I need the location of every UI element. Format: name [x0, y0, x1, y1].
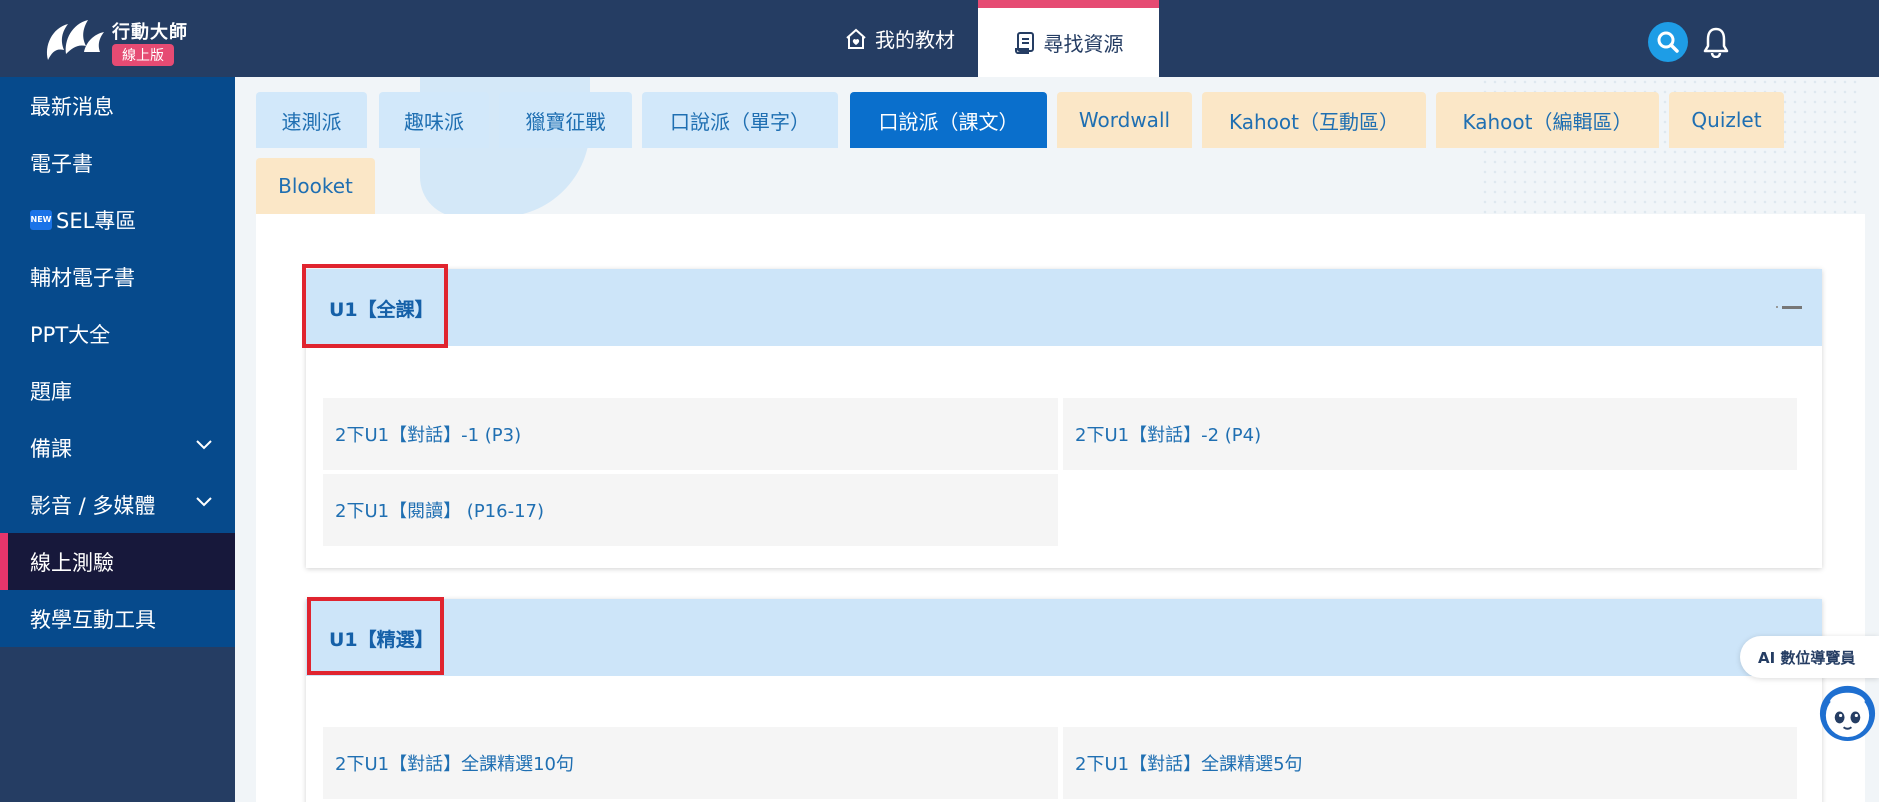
tab-kahoot-edit[interactable]: Kahoot（編輯區）: [1436, 92, 1659, 148]
robot-avatar-icon[interactable]: [1816, 680, 1879, 743]
tab-label: Kahoot（編輯區）: [1462, 109, 1633, 134]
scroll-icon: [1014, 31, 1034, 54]
sidebar-item-label: 電子書: [30, 151, 93, 176]
list-item[interactable]: 2下U1【對話】-1 (P3): [323, 398, 1058, 470]
sidebar: 最新消息 電子書 NEW SEL專區 輔材電子書 PPT大全 題庫 備課 影音 /…: [0, 77, 235, 802]
tab-label: Quizlet: [1691, 108, 1762, 132]
sidebar-item-label: SEL專區: [56, 208, 137, 233]
tab-speaking-words[interactable]: 口說派（單字）: [642, 92, 838, 148]
sidebar-item-supplementary-ebook[interactable]: 輔材電子書: [0, 248, 235, 305]
chevron-down-icon: [196, 497, 212, 507]
list-item[interactable]: 2下U1【對話】-2 (P4): [1063, 398, 1797, 470]
tab-speed-test[interactable]: 速測派: [256, 92, 367, 148]
tab-label: 速測派: [281, 109, 342, 134]
nav-find-resources-label: 尋找資源: [1043, 32, 1124, 56]
highlight-box: [302, 264, 448, 348]
tab-quizlet[interactable]: Quizlet: [1669, 92, 1784, 148]
ai-guide-button[interactable]: AI 數位導覽員: [1740, 636, 1879, 678]
sidebar-item-label: 最新消息: [30, 94, 114, 119]
sidebar-item-ebook[interactable]: 電子書: [0, 134, 235, 191]
tab-label: Wordwall: [1078, 108, 1171, 132]
tab-blooket[interactable]: Blooket: [256, 158, 375, 214]
nav-my-materials[interactable]: 我的教材: [822, 0, 978, 77]
new-badge-icon: NEW: [30, 209, 52, 230]
logo-mark-icon: [46, 20, 104, 60]
house-heart-icon: [846, 28, 866, 49]
logo[interactable]: 行動大師 線上版: [42, 14, 192, 66]
sidebar-item-label: 備課: [30, 436, 72, 461]
chevron-down-icon: [196, 440, 212, 450]
sidebar-item-sel[interactable]: NEW SEL專區: [0, 191, 235, 248]
tab-wordwall[interactable]: Wordwall: [1057, 92, 1192, 148]
sidebar-item-question-bank[interactable]: 題庫: [0, 362, 235, 419]
tab-label: 趣味派: [404, 109, 464, 134]
tab-label: 口說派（課文）: [878, 109, 1019, 134]
sidebar-item-label: 教學互動工具: [30, 607, 156, 632]
section-full-lesson: U1【全課】 2下U1【對話】-1 (P3) 2下U1【對話】-2 (P4) 2…: [302, 264, 1822, 568]
nav-find-resources[interactable]: 尋找資源: [978, 0, 1159, 77]
nav-my-materials-label: 我的教材: [875, 28, 955, 52]
sidebar-item-online-test[interactable]: 線上測驗: [0, 533, 235, 590]
search-button[interactable]: [1648, 22, 1688, 62]
tab-label: 口說派（單字）: [670, 109, 810, 134]
ai-guide-label: AI 數位導覽員: [1758, 648, 1856, 667]
section-header[interactable]: U1【全課】: [306, 269, 1822, 346]
sidebar-item-news[interactable]: 最新消息: [0, 77, 235, 134]
logo-badge: 線上版: [112, 44, 174, 66]
sidebar-item-label: PPT大全: [30, 322, 111, 347]
content-panel: U1【全課】 2下U1【對話】-1 (P3) 2下U1【對話】-2 (P4) 2…: [256, 214, 1865, 802]
sidebar-item-interactive-tools[interactable]: 教學互動工具: [0, 590, 235, 647]
collapse-icon[interactable]: [1776, 306, 1802, 309]
list-item[interactable]: 2下U1【閱讀】 (P16-17): [323, 474, 1058, 546]
logo-title: 行動大師: [112, 22, 188, 43]
bell-icon: [1703, 27, 1729, 58]
highlight-box: [307, 597, 444, 675]
list-item[interactable]: 2下U1【對話】全課精選5句: [1063, 727, 1797, 799]
search-icon: [1657, 31, 1679, 53]
tab-label: 獵寶征戰: [525, 109, 606, 134]
top-bar: 行動大師 線上版 我的教材 尋找資源: [0, 0, 1879, 77]
list-item[interactable]: 2下U1【對話】全課精選10句: [323, 727, 1058, 799]
sidebar-item-ppt[interactable]: PPT大全: [0, 305, 235, 362]
tab-label: Blooket: [278, 174, 353, 198]
sidebar-item-label: 題庫: [30, 379, 72, 404]
tab-kahoot-interactive[interactable]: Kahoot（互動區）: [1202, 92, 1426, 148]
sidebar-item-label: 影音 / 多媒體: [30, 493, 156, 518]
sidebar-item-label: 輔材電子書: [30, 265, 135, 290]
tab-label: Kahoot（互動區）: [1228, 109, 1399, 134]
section-selected: U1【精選】 2下U1【對話】全課精選10句 2下U1【對話】全課精選5句: [306, 597, 1822, 802]
sidebar-item-lesson-prep[interactable]: 備課: [0, 419, 235, 476]
sidebar-item-label: 線上測驗: [30, 550, 114, 575]
tab-speaking-text[interactable]: 口說派（課文）: [850, 92, 1047, 148]
sidebar-menu: 最新消息 電子書 NEW SEL專區 輔材電子書 PPT大全 題庫 備課 影音 /…: [0, 77, 235, 647]
section-header[interactable]: U1【精選】: [306, 599, 1822, 676]
tab-fun[interactable]: 趣味派: [379, 92, 489, 148]
sidebar-item-media[interactable]: 影音 / 多媒體: [0, 476, 235, 533]
notification-button[interactable]: [1698, 24, 1734, 60]
tab-treasure-hunt[interactable]: 獵寶征戰: [499, 92, 632, 148]
